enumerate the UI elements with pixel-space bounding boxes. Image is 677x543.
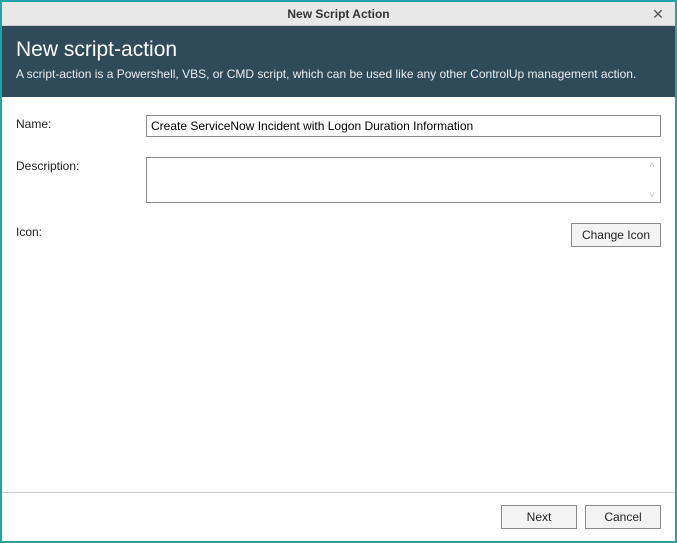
- description-input[interactable]: [147, 158, 644, 202]
- name-input[interactable]: [146, 115, 661, 137]
- change-icon-button[interactable]: Change Icon: [571, 223, 661, 247]
- page-description: A script-action is a Powershell, VBS, or…: [16, 66, 661, 83]
- icon-label: Icon:: [16, 223, 146, 239]
- dialog-window: New Script Action ✕ New script-action A …: [0, 0, 677, 543]
- chevron-down-icon: ˅: [649, 190, 654, 200]
- close-button[interactable]: ✕: [641, 2, 675, 26]
- description-field-wrap: ˄ ˅: [146, 157, 661, 203]
- description-textarea-wrap: ˄ ˅: [146, 157, 661, 203]
- description-row: Description: ˄ ˅: [16, 157, 661, 203]
- footer: Next Cancel: [2, 492, 675, 541]
- cancel-button[interactable]: Cancel: [585, 505, 661, 529]
- close-icon: ✕: [652, 6, 664, 23]
- window-title: New Script Action: [287, 7, 389, 21]
- description-label: Description:: [16, 157, 146, 173]
- textarea-scrollbar[interactable]: ˄ ˅: [644, 158, 660, 202]
- page-heading: New script-action: [16, 38, 661, 62]
- name-label: Name:: [16, 115, 146, 131]
- header-panel: New script-action A script-action is a P…: [2, 26, 675, 97]
- name-field-wrap: [146, 115, 661, 137]
- content-area: Name: Description: ˄ ˅ Icon: Change Ico: [2, 97, 675, 492]
- name-row: Name:: [16, 115, 661, 137]
- icon-row: Icon: Change Icon: [16, 223, 661, 247]
- icon-field-wrap: Change Icon: [146, 223, 661, 247]
- titlebar: New Script Action ✕: [2, 2, 675, 26]
- chevron-up-icon: ˄: [649, 160, 654, 170]
- next-button[interactable]: Next: [501, 505, 577, 529]
